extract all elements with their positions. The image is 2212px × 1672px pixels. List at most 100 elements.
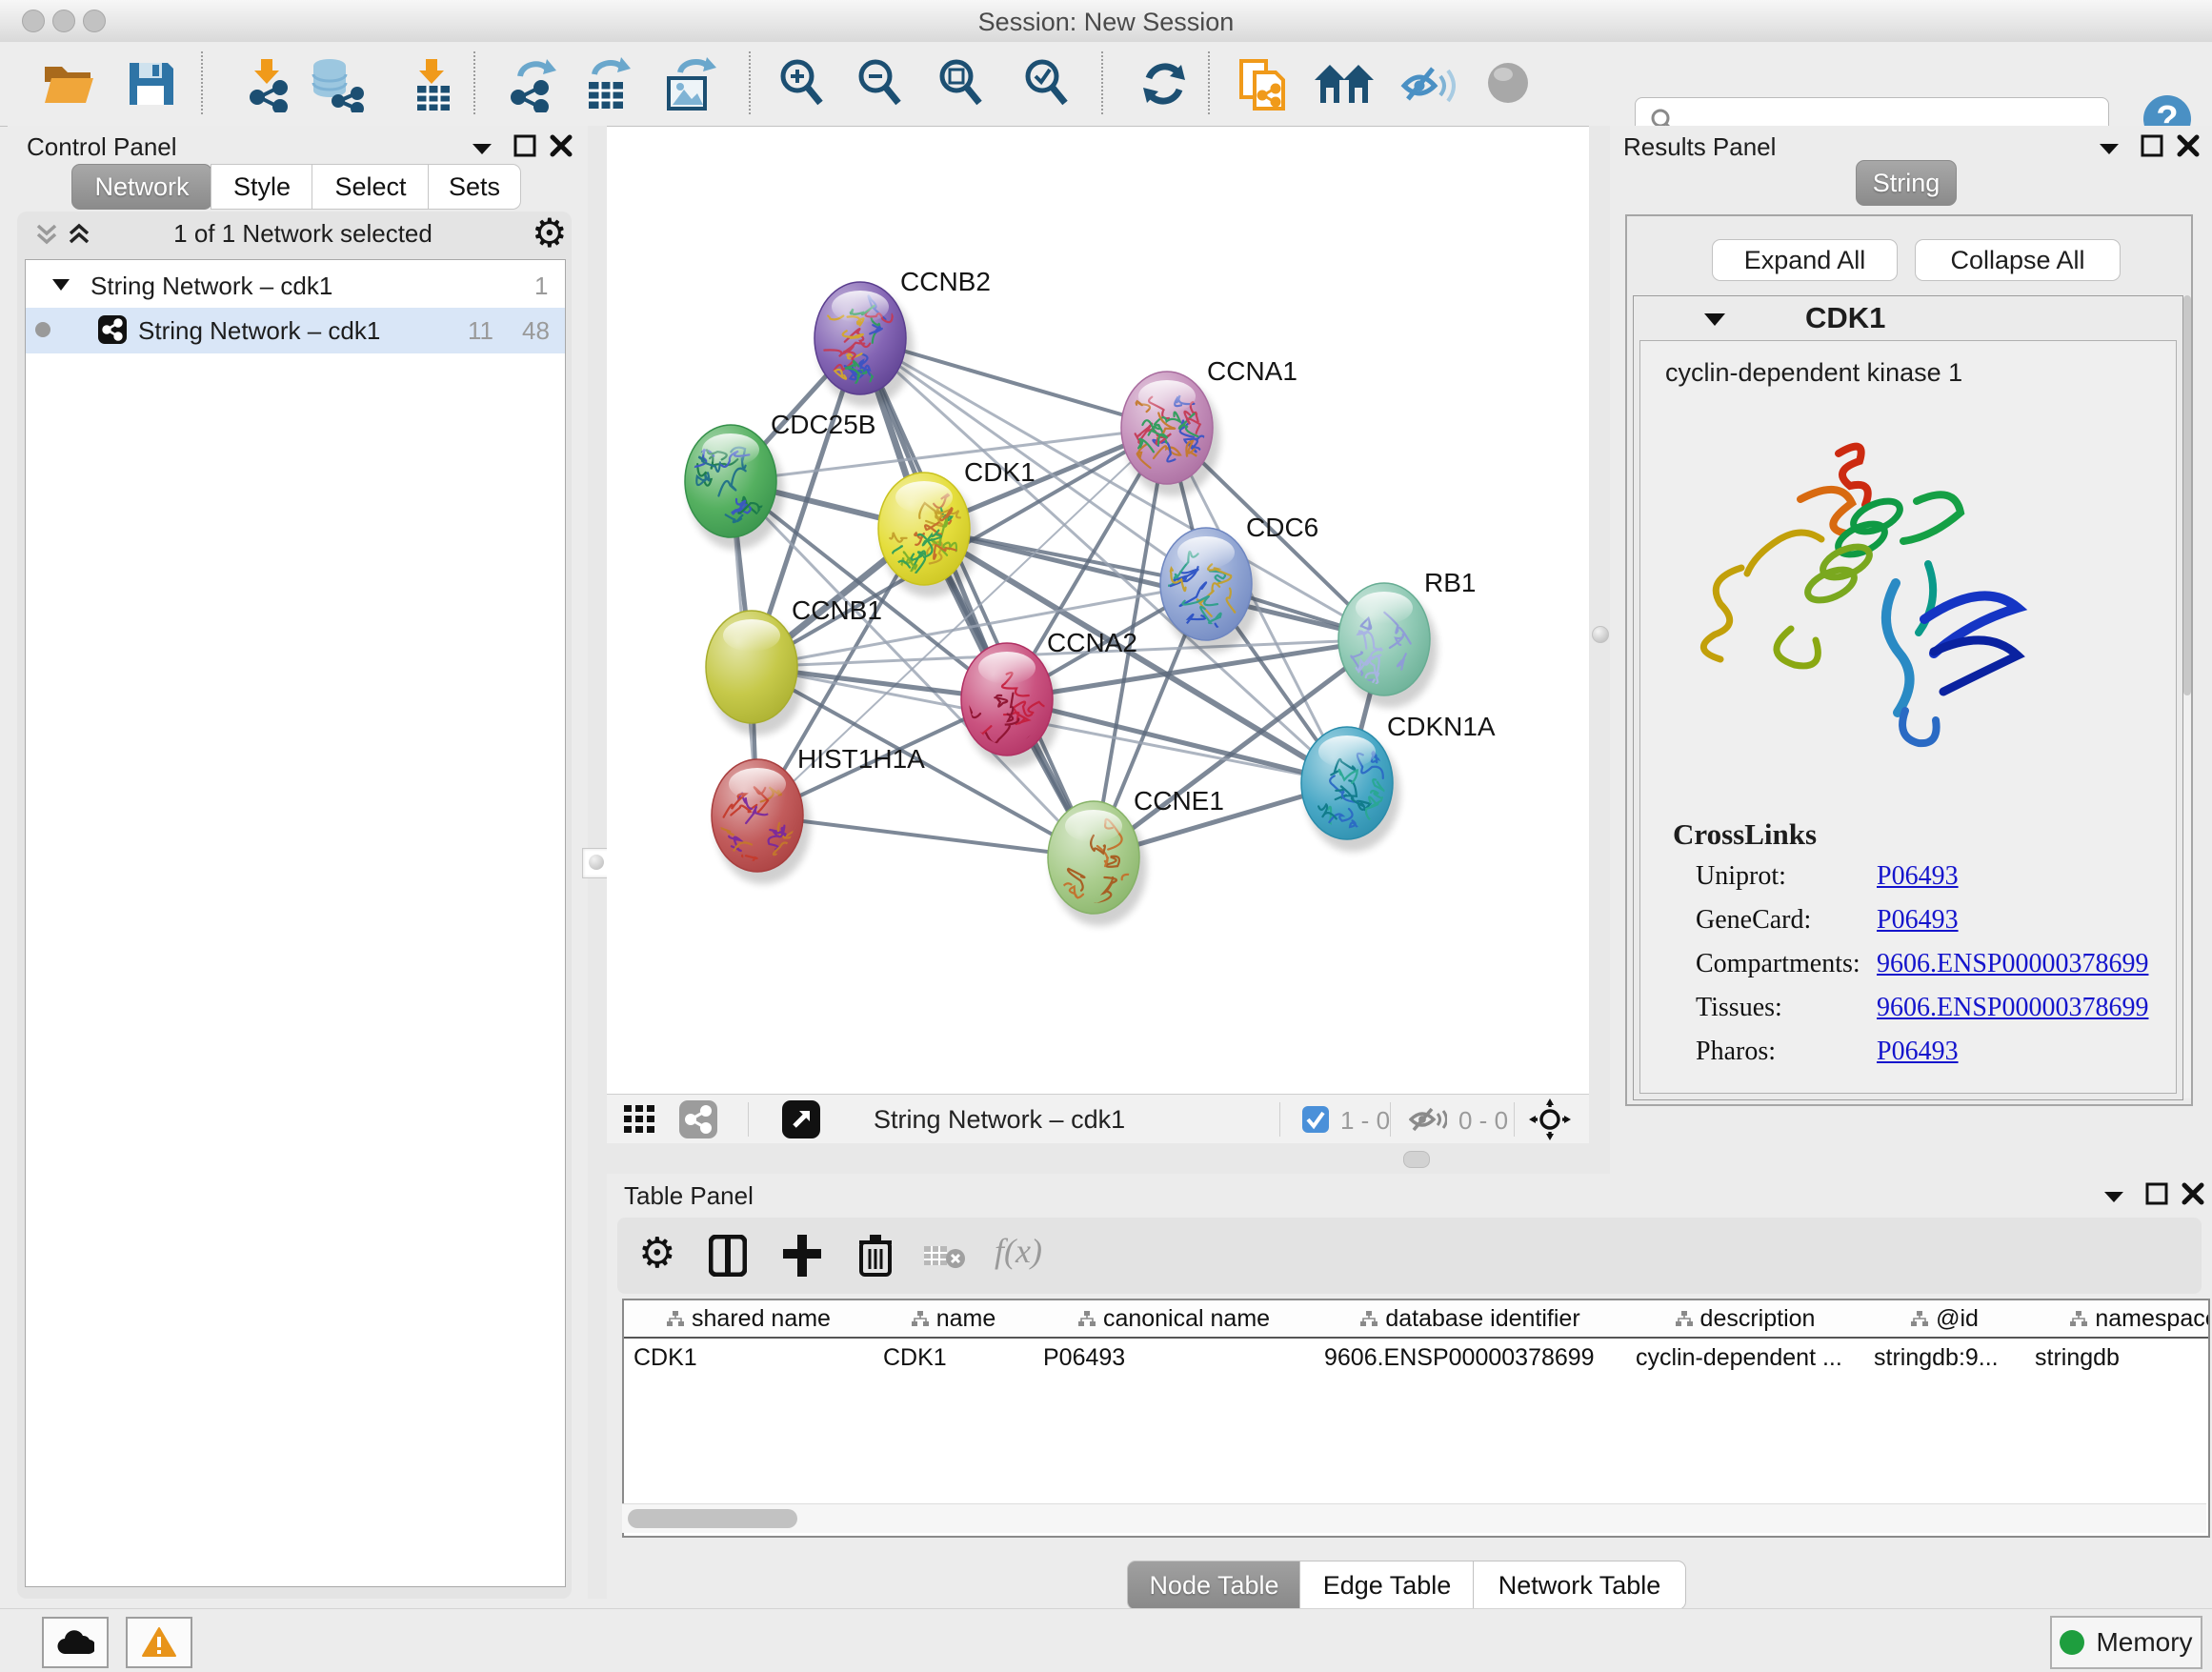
export-network-icon[interactable] bbox=[503, 57, 558, 112]
right-splitter-handle[interactable] bbox=[1592, 626, 1609, 643]
column-header[interactable]: shared name bbox=[624, 1300, 875, 1337]
results-scrollbar[interactable] bbox=[2183, 295, 2191, 1098]
collapse-all-button[interactable]: Collapse All bbox=[1915, 239, 2121, 281]
column-header[interactable]: database identifier bbox=[1315, 1300, 1627, 1337]
copy-network-icon[interactable] bbox=[1236, 57, 1289, 114]
column-header[interactable]: name bbox=[874, 1300, 1035, 1337]
cloud-status-button[interactable] bbox=[42, 1617, 109, 1668]
export-table-icon[interactable] bbox=[579, 57, 634, 112]
cell-shared-name[interactable]: CDK1 bbox=[624, 1344, 874, 1372]
crosslink-tissues-link[interactable]: 9606.ENSP00000378699 bbox=[1877, 993, 2148, 1023]
left-splitter[interactable] bbox=[588, 126, 607, 1599]
expand-all-button[interactable]: Expand All bbox=[1712, 239, 1898, 281]
column-header[interactable]: namespace bbox=[2025, 1300, 2210, 1337]
tab-select[interactable]: Select bbox=[312, 164, 430, 210]
panel-menu-icon[interactable] bbox=[2098, 141, 2121, 156]
network-edge[interactable] bbox=[860, 338, 1094, 857]
zoom-out-icon[interactable] bbox=[855, 57, 910, 112]
table-horizontal-scrollbar[interactable] bbox=[622, 1503, 2206, 1533]
import-network-database-icon[interactable] bbox=[307, 57, 366, 112]
network-node-ccnb2[interactable]: CCNB2 bbox=[814, 267, 991, 407]
node-table[interactable]: shared name name canonical name database… bbox=[622, 1299, 2210, 1538]
network-node-cdc6[interactable]: CDC6 bbox=[1160, 513, 1318, 655]
export-image-icon[interactable] bbox=[661, 57, 718, 112]
crosslink-uniprot-link[interactable]: P06493 bbox=[1877, 861, 1959, 892]
tree-expand-icon[interactable] bbox=[50, 277, 71, 292]
tab-network[interactable]: Network bbox=[71, 164, 212, 210]
cell-id[interactable]: stringdb:9... bbox=[1864, 1344, 2025, 1372]
save-session-icon[interactable] bbox=[124, 57, 177, 111]
warning-status-button[interactable] bbox=[126, 1617, 192, 1668]
panel-close-icon[interactable] bbox=[2176, 133, 2201, 158]
network-options-gear-icon[interactable]: ⚙ bbox=[532, 210, 568, 256]
table-scrollbar-thumb[interactable] bbox=[628, 1509, 797, 1528]
tab-network-table[interactable]: Network Table bbox=[1473, 1561, 1686, 1610]
hide-icon[interactable] bbox=[1398, 57, 1456, 111]
cell-name[interactable]: CDK1 bbox=[874, 1344, 1034, 1372]
string-app-button-icon[interactable] bbox=[679, 1100, 717, 1138]
expand-all-chevron-icon[interactable] bbox=[67, 223, 91, 248]
refresh-icon[interactable] bbox=[1137, 57, 1191, 111]
selected-checkbox-icon[interactable] bbox=[1302, 1106, 1329, 1133]
crosslink-pharos-link[interactable]: P06493 bbox=[1877, 1037, 1959, 1067]
hidden-eye-slash-icon[interactable] bbox=[1409, 1106, 1447, 1133]
network-node-ccnb1[interactable]: CCNB1 bbox=[706, 595, 882, 735]
delete-column-trash-icon[interactable] bbox=[857, 1233, 894, 1277]
network-collection-row[interactable]: String Network – cdk1 1 bbox=[26, 264, 565, 308]
string-home-icon[interactable] bbox=[1313, 57, 1376, 111]
zoom-fit-icon[interactable] bbox=[935, 57, 991, 112]
network-node-cdk1[interactable]: CDK1 bbox=[878, 457, 1036, 597]
cell-namespace[interactable]: stringdb bbox=[2025, 1344, 2210, 1372]
birdseye-grid-icon[interactable] bbox=[624, 1105, 656, 1134]
crosslink-genecard-link[interactable]: P06493 bbox=[1877, 905, 1959, 936]
network-node-cdkn1a[interactable]: CDKN1A bbox=[1301, 712, 1496, 852]
open-in-window-icon[interactable] bbox=[782, 1100, 820, 1138]
tab-sets[interactable]: Sets bbox=[428, 164, 521, 210]
network-node-ccna1[interactable]: CCNA1 bbox=[1121, 356, 1297, 496]
column-type-icon bbox=[1676, 1310, 1693, 1327]
inactive-eye-icon[interactable] bbox=[1482, 57, 1534, 109]
network-graph[interactable]: CCNB2CCNA1CDC25BCDK1CDC6RB1CCNB1CCNA2CDK… bbox=[607, 127, 1589, 1094]
tab-string[interactable]: String bbox=[1856, 160, 1957, 206]
network-canvas[interactable]: CCNB2CCNA1CDC25BCDK1CDC6RB1CCNB1CCNA2CDK… bbox=[607, 127, 1589, 1094]
panel-float-icon[interactable] bbox=[513, 133, 537, 158]
fit-content-crosshair-icon[interactable] bbox=[1529, 1098, 1571, 1140]
panel-close-icon[interactable] bbox=[549, 133, 573, 158]
panel-float-icon[interactable] bbox=[2144, 1181, 2169, 1206]
network-view-toolbar: String Network – cdk1 1 - 0 0 - 0 bbox=[607, 1094, 1589, 1144]
collapse-all-chevron-icon[interactable] bbox=[34, 223, 59, 248]
clear-table-icon[interactable] bbox=[924, 1242, 968, 1271]
column-header[interactable]: description bbox=[1626, 1300, 1865, 1337]
results-scrollbar-thumb[interactable] bbox=[2183, 295, 2191, 695]
panel-menu-icon[interactable] bbox=[471, 141, 493, 156]
column-header[interactable]: canonical name bbox=[1034, 1300, 1316, 1337]
cell-description[interactable]: cyclin-dependent ... bbox=[1626, 1344, 1864, 1372]
zoom-selected-icon[interactable] bbox=[1021, 57, 1076, 112]
import-network-file-icon[interactable] bbox=[240, 57, 293, 112]
horizontal-splitter-handle[interactable] bbox=[1403, 1151, 1430, 1168]
zoom-in-icon[interactable] bbox=[776, 57, 832, 112]
cell-canonical-name[interactable]: P06493 bbox=[1034, 1344, 1315, 1372]
panel-menu-icon[interactable] bbox=[2102, 1189, 2125, 1204]
network-node-ccne1[interactable]: CCNE1 bbox=[1048, 786, 1224, 926]
tab-node-table[interactable]: Node Table bbox=[1127, 1561, 1301, 1610]
create-column-plus-icon[interactable] bbox=[781, 1233, 823, 1279]
panel-close-icon[interactable] bbox=[2181, 1181, 2205, 1206]
memory-button[interactable]: Memory bbox=[2050, 1616, 2202, 1669]
section-collapse-icon[interactable] bbox=[1702, 312, 1727, 328]
network-node-hist1h1a[interactable]: HIST1H1A bbox=[712, 744, 925, 884]
cell-database-identifier[interactable]: 9606.ENSP00000378699 bbox=[1315, 1344, 1626, 1372]
import-table-icon[interactable] bbox=[408, 57, 457, 112]
network-node-cdc25b[interactable]: CDC25B bbox=[685, 410, 875, 550]
network-node-rb1[interactable]: RB1 bbox=[1338, 568, 1476, 708]
open-file-icon[interactable] bbox=[40, 57, 95, 111]
show-columns-icon[interactable] bbox=[709, 1235, 747, 1277]
network-row-selected[interactable]: String Network – cdk1 11 48 bbox=[26, 308, 565, 353]
tab-edge-table[interactable]: Edge Table bbox=[1299, 1561, 1475, 1610]
column-header[interactable]: @id bbox=[1864, 1300, 2026, 1337]
crosslink-compartments-link[interactable]: 9606.ENSP00000378699 bbox=[1877, 949, 2148, 979]
panel-float-icon[interactable] bbox=[2140, 133, 2164, 158]
right-splitter[interactable] bbox=[1589, 126, 1610, 1174]
tab-style[interactable]: Style bbox=[211, 164, 313, 210]
table-options-gear-icon[interactable]: ⚙ bbox=[638, 1229, 675, 1278]
